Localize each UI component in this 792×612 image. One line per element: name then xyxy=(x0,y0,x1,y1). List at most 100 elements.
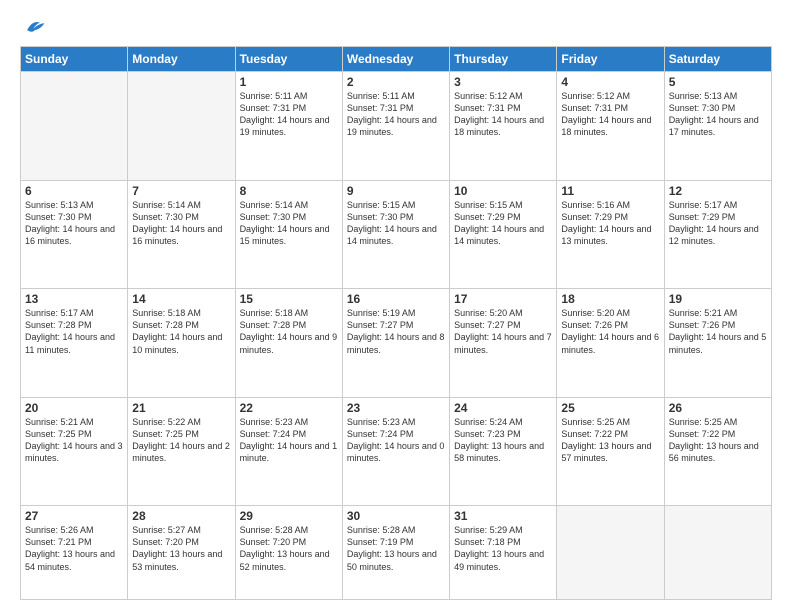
calendar-cell xyxy=(664,506,771,600)
day-number: 11 xyxy=(561,184,659,198)
calendar-cell: 30Sunrise: 5:28 AMSunset: 7:19 PMDayligh… xyxy=(342,506,449,600)
calendar-cell: 10Sunrise: 5:15 AMSunset: 7:29 PMDayligh… xyxy=(450,180,557,289)
cell-sun-info: Sunrise: 5:11 AMSunset: 7:31 PMDaylight:… xyxy=(240,90,338,139)
day-number: 3 xyxy=(454,75,552,89)
cell-sun-info: Sunrise: 5:23 AMSunset: 7:24 PMDaylight:… xyxy=(240,416,338,465)
day-number: 26 xyxy=(669,401,767,415)
day-number: 22 xyxy=(240,401,338,415)
day-number: 12 xyxy=(669,184,767,198)
calendar-cell: 11Sunrise: 5:16 AMSunset: 7:29 PMDayligh… xyxy=(557,180,664,289)
calendar-cell: 9Sunrise: 5:15 AMSunset: 7:30 PMDaylight… xyxy=(342,180,449,289)
cell-sun-info: Sunrise: 5:18 AMSunset: 7:28 PMDaylight:… xyxy=(240,307,338,356)
week-row-5: 27Sunrise: 5:26 AMSunset: 7:21 PMDayligh… xyxy=(21,506,772,600)
day-number: 28 xyxy=(132,509,230,523)
day-number: 5 xyxy=(669,75,767,89)
day-number: 27 xyxy=(25,509,123,523)
cell-sun-info: Sunrise: 5:24 AMSunset: 7:23 PMDaylight:… xyxy=(454,416,552,465)
cell-sun-info: Sunrise: 5:13 AMSunset: 7:30 PMDaylight:… xyxy=(25,199,123,248)
header xyxy=(20,18,772,36)
cell-sun-info: Sunrise: 5:18 AMSunset: 7:28 PMDaylight:… xyxy=(132,307,230,356)
day-number: 16 xyxy=(347,292,445,306)
day-number: 19 xyxy=(669,292,767,306)
week-row-1: 1Sunrise: 5:11 AMSunset: 7:31 PMDaylight… xyxy=(21,72,772,181)
calendar-table: SundayMondayTuesdayWednesdayThursdayFrid… xyxy=(20,46,772,600)
cell-sun-info: Sunrise: 5:17 AMSunset: 7:29 PMDaylight:… xyxy=(669,199,767,248)
calendar-cell: 23Sunrise: 5:23 AMSunset: 7:24 PMDayligh… xyxy=(342,397,449,506)
day-number: 8 xyxy=(240,184,338,198)
calendar-cell xyxy=(128,72,235,181)
day-number: 21 xyxy=(132,401,230,415)
day-number: 31 xyxy=(454,509,552,523)
calendar-cell: 18Sunrise: 5:20 AMSunset: 7:26 PMDayligh… xyxy=(557,289,664,398)
day-number: 20 xyxy=(25,401,123,415)
cell-sun-info: Sunrise: 5:23 AMSunset: 7:24 PMDaylight:… xyxy=(347,416,445,465)
cell-sun-info: Sunrise: 5:21 AMSunset: 7:25 PMDaylight:… xyxy=(25,416,123,465)
cell-sun-info: Sunrise: 5:12 AMSunset: 7:31 PMDaylight:… xyxy=(561,90,659,139)
cell-sun-info: Sunrise: 5:12 AMSunset: 7:31 PMDaylight:… xyxy=(454,90,552,139)
calendar-cell: 3Sunrise: 5:12 AMSunset: 7:31 PMDaylight… xyxy=(450,72,557,181)
calendar-cell: 22Sunrise: 5:23 AMSunset: 7:24 PMDayligh… xyxy=(235,397,342,506)
day-number: 10 xyxy=(454,184,552,198)
calendar-cell: 25Sunrise: 5:25 AMSunset: 7:22 PMDayligh… xyxy=(557,397,664,506)
calendar-cell: 20Sunrise: 5:21 AMSunset: 7:25 PMDayligh… xyxy=(21,397,128,506)
weekday-header-friday: Friday xyxy=(557,47,664,72)
weekday-header-sunday: Sunday xyxy=(21,47,128,72)
cell-sun-info: Sunrise: 5:15 AMSunset: 7:29 PMDaylight:… xyxy=(454,199,552,248)
cell-sun-info: Sunrise: 5:26 AMSunset: 7:21 PMDaylight:… xyxy=(25,524,123,573)
calendar-cell: 29Sunrise: 5:28 AMSunset: 7:20 PMDayligh… xyxy=(235,506,342,600)
calendar-cell: 28Sunrise: 5:27 AMSunset: 7:20 PMDayligh… xyxy=(128,506,235,600)
calendar-cell: 27Sunrise: 5:26 AMSunset: 7:21 PMDayligh… xyxy=(21,506,128,600)
calendar-cell: 17Sunrise: 5:20 AMSunset: 7:27 PMDayligh… xyxy=(450,289,557,398)
day-number: 6 xyxy=(25,184,123,198)
calendar-cell: 7Sunrise: 5:14 AMSunset: 7:30 PMDaylight… xyxy=(128,180,235,289)
cell-sun-info: Sunrise: 5:21 AMSunset: 7:26 PMDaylight:… xyxy=(669,307,767,356)
weekday-header-tuesday: Tuesday xyxy=(235,47,342,72)
cell-sun-info: Sunrise: 5:17 AMSunset: 7:28 PMDaylight:… xyxy=(25,307,123,356)
cell-sun-info: Sunrise: 5:25 AMSunset: 7:22 PMDaylight:… xyxy=(669,416,767,465)
cell-sun-info: Sunrise: 5:20 AMSunset: 7:27 PMDaylight:… xyxy=(454,307,552,356)
calendar-cell: 21Sunrise: 5:22 AMSunset: 7:25 PMDayligh… xyxy=(128,397,235,506)
calendar-cell: 6Sunrise: 5:13 AMSunset: 7:30 PMDaylight… xyxy=(21,180,128,289)
cell-sun-info: Sunrise: 5:15 AMSunset: 7:30 PMDaylight:… xyxy=(347,199,445,248)
day-number: 9 xyxy=(347,184,445,198)
calendar-cell: 16Sunrise: 5:19 AMSunset: 7:27 PMDayligh… xyxy=(342,289,449,398)
calendar-cell xyxy=(557,506,664,600)
weekday-header-thursday: Thursday xyxy=(450,47,557,72)
day-number: 15 xyxy=(240,292,338,306)
day-number: 17 xyxy=(454,292,552,306)
calendar-cell: 14Sunrise: 5:18 AMSunset: 7:28 PMDayligh… xyxy=(128,289,235,398)
cell-sun-info: Sunrise: 5:22 AMSunset: 7:25 PMDaylight:… xyxy=(132,416,230,465)
calendar-cell: 2Sunrise: 5:11 AMSunset: 7:31 PMDaylight… xyxy=(342,72,449,181)
calendar-cell xyxy=(21,72,128,181)
cell-sun-info: Sunrise: 5:14 AMSunset: 7:30 PMDaylight:… xyxy=(132,199,230,248)
day-number: 29 xyxy=(240,509,338,523)
cell-sun-info: Sunrise: 5:28 AMSunset: 7:20 PMDaylight:… xyxy=(240,524,338,573)
logo-bird-icon xyxy=(24,18,46,36)
calendar-cell: 12Sunrise: 5:17 AMSunset: 7:29 PMDayligh… xyxy=(664,180,771,289)
cell-sun-info: Sunrise: 5:20 AMSunset: 7:26 PMDaylight:… xyxy=(561,307,659,356)
cell-sun-info: Sunrise: 5:16 AMSunset: 7:29 PMDaylight:… xyxy=(561,199,659,248)
cell-sun-info: Sunrise: 5:11 AMSunset: 7:31 PMDaylight:… xyxy=(347,90,445,139)
calendar-cell: 1Sunrise: 5:11 AMSunset: 7:31 PMDaylight… xyxy=(235,72,342,181)
day-number: 1 xyxy=(240,75,338,89)
calendar-cell: 8Sunrise: 5:14 AMSunset: 7:30 PMDaylight… xyxy=(235,180,342,289)
cell-sun-info: Sunrise: 5:27 AMSunset: 7:20 PMDaylight:… xyxy=(132,524,230,573)
cell-sun-info: Sunrise: 5:19 AMSunset: 7:27 PMDaylight:… xyxy=(347,307,445,356)
day-number: 7 xyxy=(132,184,230,198)
calendar-cell: 24Sunrise: 5:24 AMSunset: 7:23 PMDayligh… xyxy=(450,397,557,506)
day-number: 2 xyxy=(347,75,445,89)
cell-sun-info: Sunrise: 5:28 AMSunset: 7:19 PMDaylight:… xyxy=(347,524,445,573)
day-number: 23 xyxy=(347,401,445,415)
calendar-cell: 13Sunrise: 5:17 AMSunset: 7:28 PMDayligh… xyxy=(21,289,128,398)
calendar-cell: 15Sunrise: 5:18 AMSunset: 7:28 PMDayligh… xyxy=(235,289,342,398)
day-number: 25 xyxy=(561,401,659,415)
weekday-header-saturday: Saturday xyxy=(664,47,771,72)
page: SundayMondayTuesdayWednesdayThursdayFrid… xyxy=(0,0,792,612)
day-number: 14 xyxy=(132,292,230,306)
day-number: 4 xyxy=(561,75,659,89)
weekday-header-monday: Monday xyxy=(128,47,235,72)
cell-sun-info: Sunrise: 5:25 AMSunset: 7:22 PMDaylight:… xyxy=(561,416,659,465)
week-row-2: 6Sunrise: 5:13 AMSunset: 7:30 PMDaylight… xyxy=(21,180,772,289)
calendar-cell: 19Sunrise: 5:21 AMSunset: 7:26 PMDayligh… xyxy=(664,289,771,398)
day-number: 24 xyxy=(454,401,552,415)
